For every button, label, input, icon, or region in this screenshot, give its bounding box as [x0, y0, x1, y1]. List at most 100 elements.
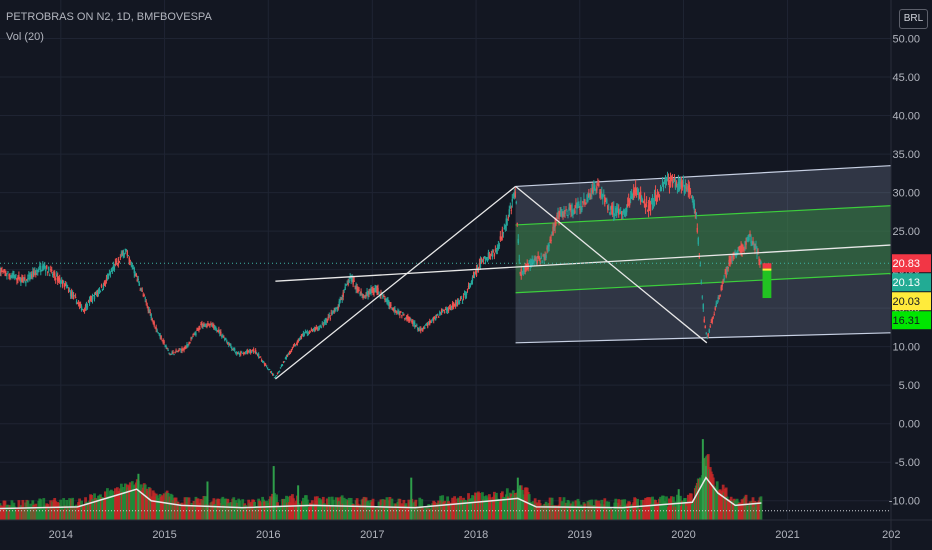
candle-body [621, 211, 623, 216]
price-chart[interactable]: 50.0045.0040.0035.0030.0025.0020.0015.00… [0, 0, 932, 550]
candle-body [539, 261, 541, 263]
candle-body [0, 271, 2, 273]
candle-body [613, 206, 615, 216]
x-tick-label: 202 [882, 529, 900, 541]
candle-body [6, 274, 8, 276]
candle-body [636, 189, 639, 194]
candle-body [715, 303, 717, 308]
y-tick-label: -10.00 [889, 496, 920, 508]
candle-body [120, 252, 123, 254]
candle-body [564, 210, 566, 215]
candle-body [466, 289, 469, 291]
candle-body [279, 367, 282, 369]
candle-body [128, 257, 131, 264]
candle-body [484, 259, 487, 261]
candle-body [238, 352, 240, 354]
candle-body [492, 251, 495, 253]
candle-body [738, 247, 740, 250]
candle-body [667, 177, 670, 182]
candle-body [606, 199, 608, 204]
candle-body [628, 199, 631, 206]
candle-body [681, 181, 684, 188]
candle-body [141, 290, 143, 292]
candle-body [697, 238, 700, 245]
candle-body [93, 295, 96, 300]
candle-body [708, 329, 710, 333]
candle-body [711, 318, 713, 323]
candle-body [262, 361, 265, 363]
candle-body [443, 311, 446, 313]
y-tick-label: 0.00 [899, 419, 920, 431]
volume-spike [677, 489, 680, 520]
candle-body [298, 338, 301, 341]
candle-body [65, 284, 68, 287]
candle-body [538, 256, 540, 261]
candle-body [753, 244, 755, 248]
symbol-title[interactable]: PETROBRAS ON N2, 1D, BMFBOVESPA [6, 11, 212, 23]
volume-legend[interactable]: Vol (20) [6, 31, 44, 43]
candle-body [460, 298, 463, 300]
candle-body [565, 209, 567, 211]
candle-body [709, 326, 711, 328]
candle-body [275, 375, 278, 377]
candle-body [257, 353, 260, 358]
candle-body [218, 329, 220, 331]
candle-body [276, 372, 279, 374]
candle-body [712, 316, 714, 318]
candle-body [608, 209, 610, 211]
candle-body [347, 282, 349, 285]
candle-body [125, 249, 128, 251]
candle-body [317, 328, 320, 330]
swing-line [274, 185, 516, 380]
candle-body [166, 347, 168, 349]
candle-body [137, 278, 139, 281]
candle-body [720, 286, 722, 290]
candle-body [603, 194, 605, 196]
volume-spike [297, 485, 300, 520]
candle-body [587, 196, 589, 202]
candle-body [192, 336, 194, 338]
candle-body [356, 286, 358, 290]
candle-body [143, 295, 145, 297]
candle-body [585, 202, 587, 205]
candle-body [383, 296, 385, 298]
candle-body [607, 205, 609, 210]
x-tick-label: 2018 [464, 529, 488, 541]
candle-body [94, 292, 97, 294]
candle-body [41, 270, 43, 272]
candle-body [165, 345, 167, 348]
candle-body [179, 348, 181, 350]
candle-body [548, 244, 550, 247]
candle-body [68, 290, 71, 292]
candle-body [567, 215, 569, 217]
candle-body [151, 318, 153, 321]
candle-body [47, 272, 49, 274]
candle-body [399, 313, 401, 316]
candle-body [338, 301, 340, 307]
candle-body [700, 281, 702, 284]
candle-body [290, 349, 293, 352]
candle-body [99, 290, 102, 292]
currency-button[interactable]: BRL [899, 9, 928, 29]
candle-body [174, 351, 176, 354]
candle-body [2, 270, 4, 272]
candle-body [504, 225, 507, 229]
price-badge-label: 20.13 [892, 277, 920, 289]
candle-body [100, 285, 103, 287]
candle-body [503, 228, 506, 230]
candle-body [409, 316, 411, 322]
candle-body [703, 319, 705, 323]
y-tick-label: 30.00 [892, 188, 920, 200]
candle-body [471, 277, 474, 281]
candle-body [107, 273, 110, 279]
candle-body [580, 200, 582, 208]
candle-body [639, 191, 642, 202]
candle-body [461, 302, 464, 304]
candle-body [481, 259, 484, 261]
volume-spike [410, 477, 413, 520]
candle-body [682, 182, 685, 184]
candle-body [85, 302, 88, 309]
candle-body [699, 265, 701, 267]
candle-body [579, 208, 581, 210]
candle-body [272, 374, 275, 376]
